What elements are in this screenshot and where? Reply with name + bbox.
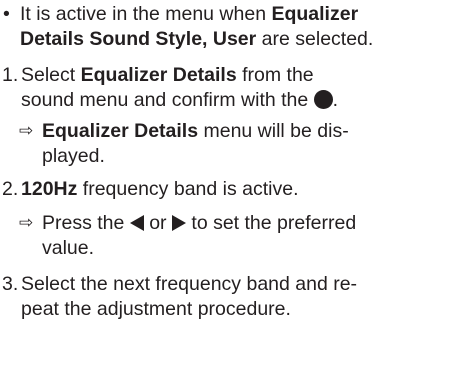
filled-circle-button-icon (313, 90, 333, 109)
step-text: Select (21, 64, 81, 86)
step-number: 3. (2, 273, 19, 295)
bullet-marker: • (3, 3, 10, 25)
step-number: 2. (2, 178, 19, 200)
result-1-line-2: played. (42, 144, 105, 169)
bullet-line-1: It is active in the menu when Equalizer (20, 2, 358, 27)
bullet-bold-text: Equalizer (271, 3, 359, 25)
result-text: played. (42, 145, 105, 167)
instruction-page: • It is active in the menu when Equalize… (0, 0, 462, 379)
result-arrow-icon: ⇨ (19, 213, 34, 233)
step-bold-text: Equalizer Details (80, 64, 237, 86)
result-2-line-1: Press the or to set the preferred (42, 211, 356, 236)
bullet-text: are selected. (256, 28, 374, 50)
bullet-text: It is active in the menu when (20, 3, 272, 25)
step-text: from the (236, 64, 314, 86)
step-bold-text: 120Hz (21, 178, 78, 200)
step-text: . (332, 89, 339, 111)
step-text: frequency band is active. (77, 178, 299, 200)
step-1-line-2: sound menu and confirm with the . (21, 88, 338, 113)
result-text: or (143, 212, 172, 234)
left-triangle-icon (129, 215, 144, 231)
right-triangle-icon (171, 215, 186, 231)
step-1-line-1: Select Equalizer Details from the (21, 63, 314, 88)
step-number: 1. (2, 64, 19, 86)
result-1-line-1: Equalizer Details menu will be dis- (42, 119, 349, 144)
result-2-line-2: value. (42, 236, 94, 261)
step-2-line-1: 120Hz frequency band is active. (21, 177, 299, 202)
step-text: Select the next frequency band and re- (21, 273, 358, 295)
step-text: sound menu and confirm with the (21, 89, 314, 111)
bullet-bold-text: Details Sound Style, User (20, 28, 257, 50)
result-text: to set the preferred (185, 212, 357, 234)
result-arrow-icon: ⇨ (19, 121, 34, 141)
result-text: menu will be dis- (198, 120, 349, 142)
result-text: Press the (42, 212, 130, 234)
bullet-line-2: Details Sound Style, User are selected. (20, 27, 373, 52)
step-text: peat the adjustment procedure. (21, 298, 291, 320)
step-3-line-2: peat the adjustment procedure. (21, 297, 291, 322)
result-text: value. (42, 237, 95, 259)
step-3-line-1: Select the next frequency band and re- (21, 272, 357, 297)
result-bold-text: Equalizer Details (42, 120, 199, 142)
